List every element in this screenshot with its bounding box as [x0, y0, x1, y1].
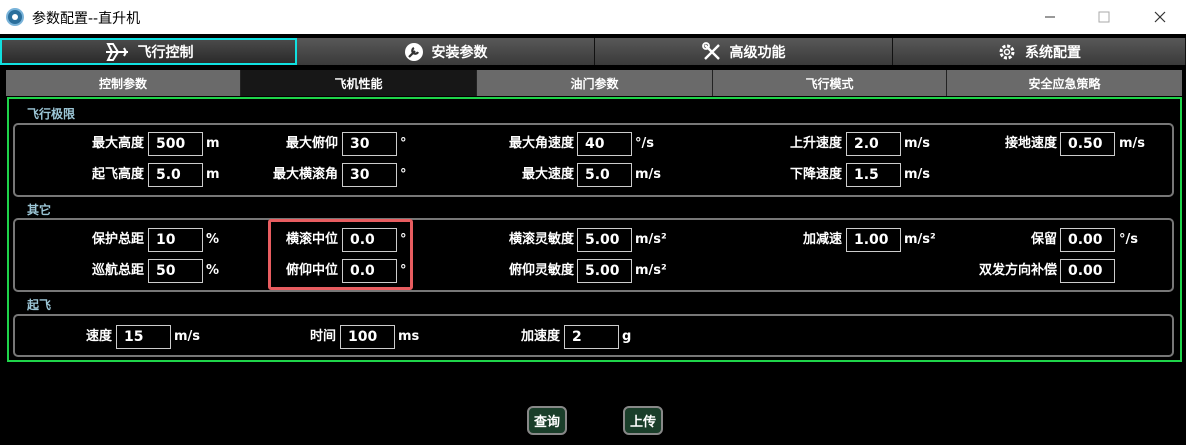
- tab-system-config[interactable]: 系统配置: [893, 38, 1186, 65]
- landing-speed-input[interactable]: 0.50: [1060, 132, 1115, 156]
- field-unit: m/s: [174, 329, 201, 344]
- close-button[interactable]: [1137, 0, 1183, 34]
- section-title-takeoff: 起飞: [27, 298, 52, 312]
- field-unit: m/s: [1119, 136, 1146, 151]
- takeoff-altitude-input[interactable]: 5.0: [148, 163, 203, 187]
- protect-pitch-input[interactable]: 10: [148, 228, 203, 252]
- descent-speed-input[interactable]: 1.5: [846, 163, 901, 187]
- minimize-button[interactable]: [1027, 0, 1073, 34]
- max-altitude-input[interactable]: 500: [148, 132, 203, 156]
- section-title-limits: 飞行极限: [27, 107, 76, 121]
- field-label: 最大角速度: [508, 136, 574, 151]
- max-speed-input[interactable]: 5.0: [577, 163, 632, 187]
- field-label: 接地速度: [1004, 136, 1057, 151]
- field-label: 横滚灵敏度: [508, 232, 574, 247]
- maximize-icon: [1098, 11, 1110, 23]
- takeoff-speed-input[interactable]: 15: [116, 325, 171, 349]
- field-unit: ms: [398, 329, 420, 344]
- field-label: 保护总距: [91, 232, 144, 247]
- field-label: 最大速度: [521, 167, 574, 182]
- section-title-other: 其它: [27, 203, 52, 217]
- field-unit: %: [206, 263, 220, 278]
- climb-speed-input[interactable]: 2.0: [846, 132, 901, 156]
- subtab-aircraft-performance[interactable]: 飞机性能: [241, 70, 477, 96]
- tools-icon: [701, 41, 720, 60]
- field-unit: g: [622, 329, 632, 344]
- field-unit: m/s²: [635, 263, 667, 278]
- tab-flight-control[interactable]: 飞行控制: [0, 38, 297, 65]
- tab-label: 系统配置: [1025, 44, 1081, 61]
- field-unit: °: [400, 136, 407, 151]
- field-unit: °/s: [1119, 232, 1138, 247]
- twin-engine-yaw-comp-input[interactable]: 0.00: [1060, 259, 1115, 283]
- field-unit: m/s: [904, 136, 931, 151]
- subtab-control-params[interactable]: 控制参数: [6, 70, 241, 96]
- app-logo-icon: [6, 8, 24, 26]
- field-label: 加减速: [802, 232, 842, 247]
- field-unit: m: [206, 167, 220, 182]
- field-label: 最大横滚角: [272, 167, 338, 182]
- field-label: 起飞高度: [91, 167, 144, 182]
- reserved-input[interactable]: 0.00: [1060, 228, 1115, 252]
- main-tab-bar: 飞行控制 安装参数 高级功能 系统配置: [0, 38, 1186, 65]
- close-icon: [1154, 11, 1166, 23]
- window-title: 参数配置--直升机: [32, 11, 141, 27]
- roll-sensitivity-input[interactable]: 5.00: [577, 228, 632, 252]
- field-label: 上升速度: [789, 136, 842, 151]
- cruise-pitch-input[interactable]: 50: [148, 259, 203, 283]
- field-unit: m/s: [904, 167, 931, 182]
- sub-tab-bar: 控制参数 飞机性能 油门参数 飞行模式 安全应急策略: [6, 70, 1182, 96]
- field-unit: m/s²: [904, 232, 936, 247]
- field-unit: °/s: [635, 136, 654, 151]
- query-button[interactable]: 查询: [527, 406, 567, 435]
- acceleration-input[interactable]: 1.00: [846, 228, 901, 252]
- field-unit: %: [206, 232, 220, 247]
- field-unit: m: [206, 136, 220, 151]
- max-roll-angle-input[interactable]: 30: [342, 163, 397, 187]
- field-label: 保留: [1030, 232, 1057, 247]
- upload-button[interactable]: 上传: [623, 406, 663, 435]
- tab-label: 安装参数: [431, 44, 488, 61]
- field-label: 时间: [309, 329, 336, 344]
- subtab-flight-modes[interactable]: 飞行模式: [713, 70, 947, 96]
- subtab-safety-strategy[interactable]: 安全应急策略: [947, 70, 1182, 96]
- subtab-throttle-params[interactable]: 油门参数: [477, 70, 713, 96]
- field-unit: m/s²: [635, 232, 667, 247]
- field-label: 巡航总距: [91, 263, 144, 278]
- minimize-icon: [1045, 16, 1055, 18]
- field-unit: °: [400, 167, 407, 182]
- tab-label: 高级功能: [729, 44, 786, 61]
- tab-advanced[interactable]: 高级功能: [595, 38, 893, 65]
- field-label: 加速度: [520, 329, 560, 344]
- field-label: 最大俯仰: [285, 136, 338, 151]
- field-unit: m/s: [635, 167, 662, 182]
- field-label: 俯仰灵敏度: [508, 263, 574, 278]
- field-label: 双发方向补偿: [978, 263, 1057, 278]
- tab-label: 飞行控制: [137, 44, 194, 61]
- takeoff-time-input[interactable]: 100: [340, 325, 395, 349]
- title-bar: 参数配置--直升机: [0, 0, 1186, 34]
- airplane-icon: [105, 42, 128, 61]
- wrench-circle-icon: [404, 42, 423, 61]
- max-pitch-input[interactable]: 30: [342, 132, 397, 156]
- field-label: 下降速度: [789, 167, 842, 182]
- pitch-sensitivity-input[interactable]: 5.00: [577, 259, 632, 283]
- gear-icon: [999, 44, 1015, 59]
- maximize-button[interactable]: [1081, 0, 1127, 34]
- tab-install-params[interactable]: 安装参数: [297, 38, 595, 65]
- max-angular-rate-input[interactable]: 40: [577, 132, 632, 156]
- field-label: 最大高度: [91, 136, 144, 151]
- highlight-box: [268, 219, 413, 290]
- field-label: 速度: [85, 329, 112, 344]
- takeoff-acceleration-input[interactable]: 2: [564, 325, 619, 349]
